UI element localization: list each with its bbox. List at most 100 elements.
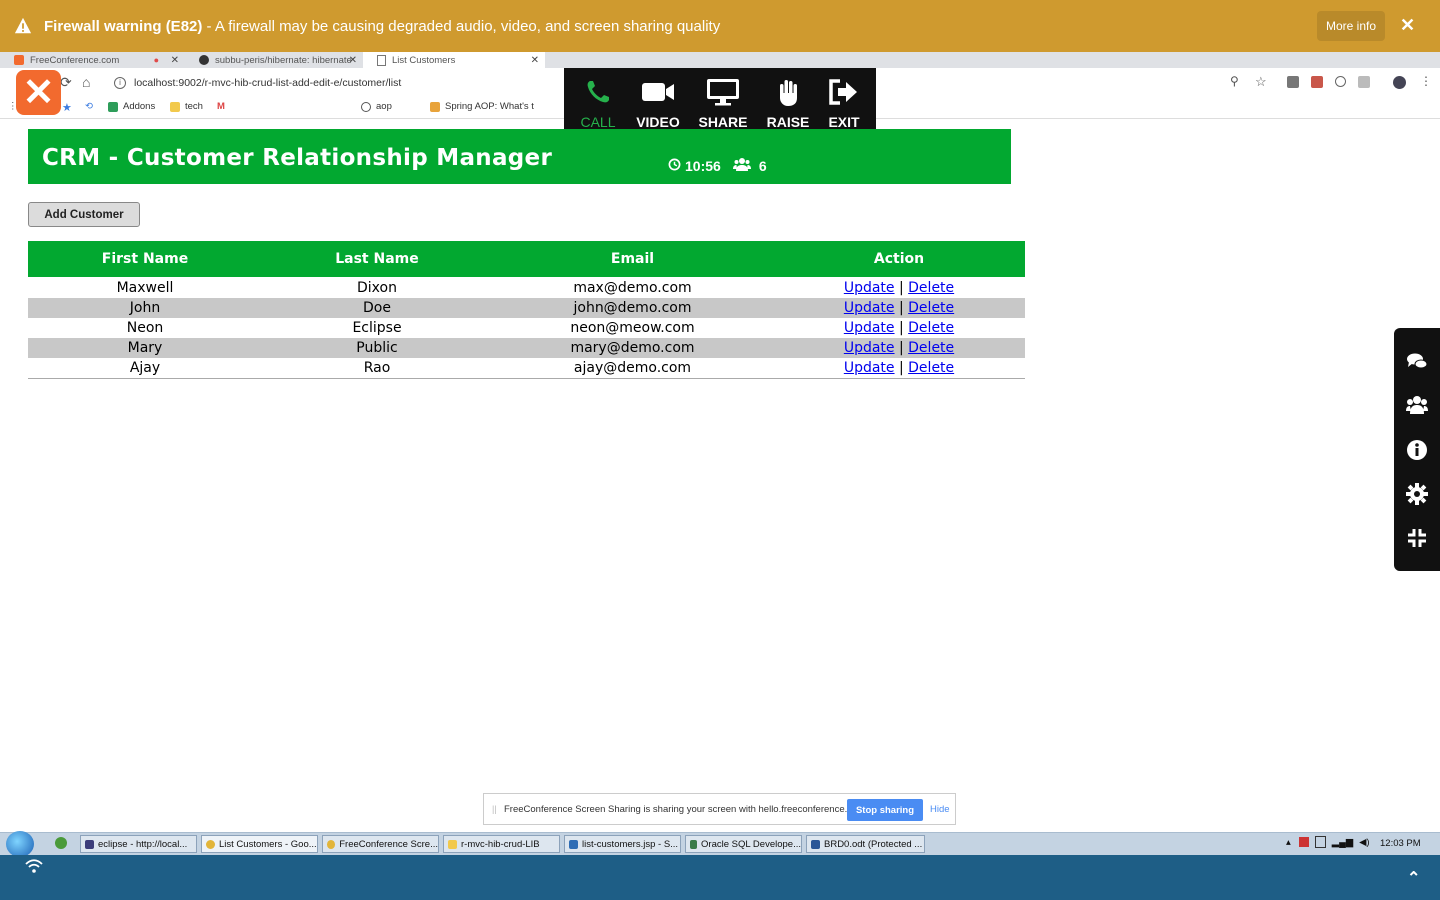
zoom-icon[interactable]: ⚲ — [1230, 74, 1239, 88]
profile-avatar[interactable] — [1393, 76, 1406, 89]
close-tab-icon[interactable]: ✕ — [171, 55, 179, 66]
taskbar-label: list-customers.jsp - S... — [582, 838, 679, 850]
kebab-menu-icon[interactable]: ⋮ — [1420, 74, 1432, 88]
chevron-up-icon[interactable]: ▴ — [1286, 837, 1291, 848]
update-link[interactable]: Update — [844, 340, 895, 356]
add-customer-button[interactable]: Add Customer — [28, 202, 140, 227]
puzzle-icon — [108, 101, 118, 112]
update-link[interactable]: Update — [844, 300, 895, 316]
browser-tab-bar: FreeConference.com ● ✕ subbu-peris/hiber… — [0, 52, 1440, 119]
battery-icon[interactable] — [1314, 836, 1326, 848]
taskbar-item-freeconference[interactable]: FreeConference Scre... — [322, 835, 439, 853]
stop-sharing-button[interactable]: Stop sharing — [847, 799, 923, 821]
delete-link[interactable]: Delete — [908, 280, 954, 296]
browser-tab-list-customers[interactable]: List Customers ✕ — [363, 52, 545, 68]
table-header-row: First Name Last Name Email Action — [28, 241, 1025, 277]
pdf-extension-icon[interactable] — [1311, 76, 1323, 88]
delete-link[interactable]: Delete — [908, 300, 954, 316]
delete-link[interactable]: Delete — [908, 320, 954, 336]
exit-button[interactable]: EXIT — [816, 78, 872, 130]
update-link[interactable]: Update — [844, 360, 895, 376]
extension-icon[interactable] — [1358, 76, 1370, 88]
signal-icon[interactable]: ▂▄▆ — [1332, 837, 1353, 848]
home-icon[interactable]: ⌂ — [82, 74, 90, 90]
extension-icon[interactable] — [1287, 76, 1299, 88]
close-icon[interactable]: ✕ — [1400, 15, 1415, 36]
close-tab-icon[interactable]: ✕ — [349, 55, 357, 66]
video-label: VIDEO — [636, 114, 680, 130]
separator: | — [898, 280, 904, 296]
info-icon[interactable] — [1406, 439, 1428, 461]
bookmark-label: aop — [376, 101, 392, 112]
taskbar-label: Oracle SQL Develope... — [701, 838, 801, 850]
bookmark-spring-aop[interactable]: Spring AOP: What's t — [430, 101, 534, 112]
gmail-icon[interactable]: M — [217, 101, 225, 112]
taskbar-label: List Customers - Goo... — [219, 838, 317, 850]
hide-link[interactable]: Hide — [930, 804, 950, 815]
last-name-cell: Doe — [262, 298, 492, 318]
hand-icon — [780, 80, 797, 106]
call-label: CALL — [580, 114, 616, 130]
first-name-cell: Mary — [28, 338, 262, 358]
taskbar-item-chrome[interactable]: List Customers - Goo... — [201, 835, 318, 853]
call-button[interactable]: CALL — [570, 78, 626, 130]
bookmark-label: Spring AOP: What's t — [445, 101, 534, 112]
bookmark-aop[interactable]: aop — [361, 101, 392, 112]
flag-icon[interactable] — [1298, 837, 1309, 847]
collapse-icon[interactable] — [1406, 527, 1428, 549]
freeconference-logo: ✕ — [16, 70, 61, 115]
page-icon — [377, 54, 386, 66]
participants-icon[interactable] — [1406, 394, 1428, 416]
table-row: John Doe john@demo.com Update | Delete — [28, 298, 1025, 318]
block-extension-icon[interactable] — [1335, 76, 1346, 87]
close-tab-icon[interactable]: ✕ — [531, 55, 539, 66]
more-info-button[interactable]: More info — [1317, 11, 1385, 41]
video-button[interactable]: VIDEO — [630, 78, 686, 130]
wifi-icon[interactable] — [24, 858, 44, 874]
reload-icon[interactable]: ⟳ — [60, 74, 72, 91]
share-button[interactable]: SHARE — [695, 78, 751, 130]
bookmark-star-icon[interactable]: ★ — [62, 101, 72, 114]
browser-tab-github[interactable]: subbu-peris/hibernate: hibernate ✕ — [185, 52, 363, 68]
separator: | — [898, 340, 904, 356]
chat-icon[interactable] — [1406, 351, 1428, 373]
link-icon — [361, 101, 371, 112]
chevron-up-icon[interactable]: ⌃ — [1407, 868, 1420, 888]
banner-message: - A firewall may be causing degraded aud… — [202, 17, 721, 35]
action-cell: Update | Delete — [773, 298, 1025, 318]
update-link[interactable]: Update — [844, 320, 895, 336]
recording-icon: ● — [153, 55, 159, 65]
sharing-message: FreeConference Screen Sharing is sharing… — [504, 804, 868, 815]
taskbar-item-word[interactable]: BRD0.odt (Protected ... — [806, 835, 925, 853]
volume-icon[interactable]: ◀) — [1359, 837, 1369, 848]
taskbar-item-sql-developer[interactable]: Oracle SQL Develope... — [685, 835, 802, 853]
taskbar-label: FreeConference Scre... — [339, 838, 438, 850]
bookmark-addons[interactable]: Addons — [108, 101, 155, 112]
gear-icon[interactable] — [1406, 483, 1428, 505]
drag-handle-icon[interactable]: || — [492, 804, 497, 814]
browser-tab-freeconference[interactable]: FreeConference.com ● ✕ — [0, 52, 185, 68]
start-button[interactable] — [6, 831, 34, 857]
taskbar-item-eclipse[interactable]: eclipse - http://local... — [80, 835, 197, 853]
bookmark-tech[interactable]: tech — [170, 101, 203, 112]
clock-icon — [668, 158, 681, 174]
taskbar-item-jsp[interactable]: list-customers.jsp - S... — [564, 835, 681, 853]
call-status: 10:56 6 — [668, 157, 767, 174]
delete-link[interactable]: Delete — [908, 360, 954, 376]
page-header: CRM - Customer Relationship Manager 10:5… — [28, 129, 1011, 184]
separator: | — [898, 360, 904, 376]
star-icon[interactable]: ☆ — [1255, 74, 1267, 90]
quicklaunch-icon[interactable] — [55, 837, 67, 849]
participants-icon — [732, 157, 751, 174]
folder-icon — [170, 101, 180, 112]
info-icon: i — [114, 77, 126, 89]
taskbar-label: r-mvc-hib-crud-LIB — [461, 838, 540, 850]
delete-link[interactable]: Delete — [908, 340, 954, 356]
first-name-cell: Ajay — [28, 358, 262, 379]
side-panel — [1394, 328, 1440, 571]
history-icon[interactable]: ⟲ — [85, 101, 93, 112]
taskbar-item-folder[interactable]: r-mvc-hib-crud-LIB — [443, 835, 560, 853]
update-link[interactable]: Update — [844, 280, 895, 296]
raise-hand-button[interactable]: RAISE — [760, 78, 816, 130]
last-name-cell: Public — [262, 338, 492, 358]
